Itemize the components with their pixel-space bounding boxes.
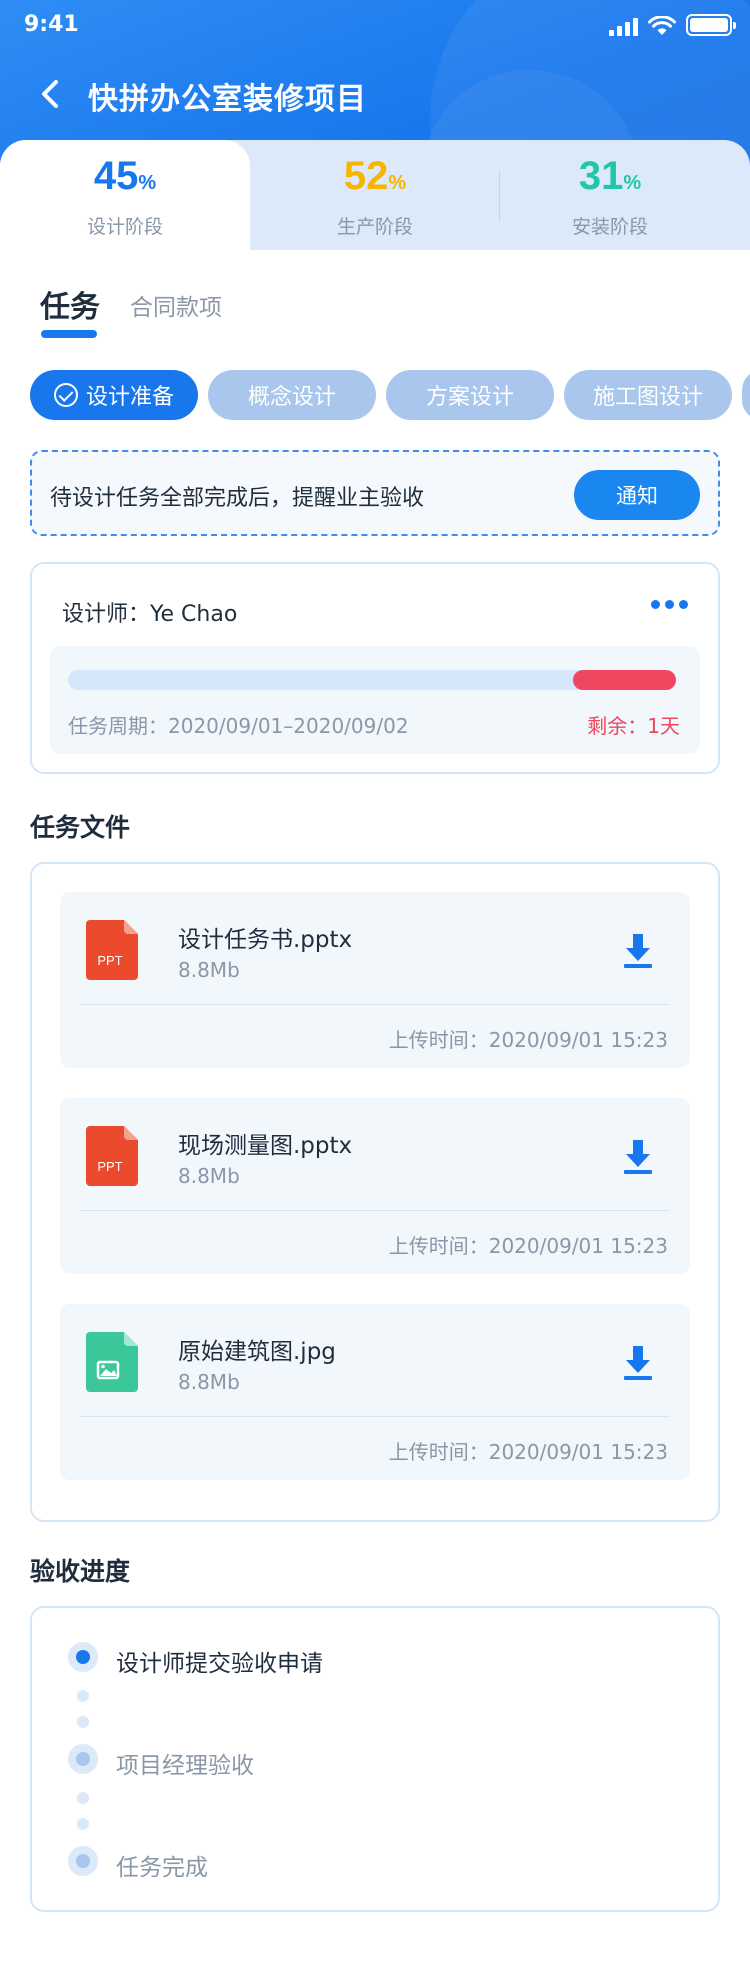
ppt-file-icon: PPT (86, 920, 138, 980)
period-panel: 任务周期：2020/09/01–2020/09/02 剩余：1天 (50, 646, 700, 754)
step-dot-active (68, 1642, 98, 1672)
upload-time: 上传时间：2020/09/01 15:23 (388, 1234, 668, 1258)
signal-icon (609, 18, 638, 36)
battery-icon (686, 14, 736, 36)
nav-bar: 快拼办公室装修项目 (0, 62, 750, 126)
file-name: 设计任务书.pptx (178, 927, 353, 953)
stage-tabs: 45% 设计阶段 52% 生产阶段 31% 安装阶段 (0, 140, 750, 250)
back-button[interactable] (32, 74, 72, 114)
remaining-days: 剩余：1天 (587, 714, 680, 738)
designer-card: 设计师：Ye Chao 任务周期：2020/09/01–2020/09/02 剩… (30, 562, 720, 774)
designer-name: 设计师：Ye Chao (62, 602, 238, 627)
task-period: 任务周期：2020/09/01–2020/09/02 (68, 714, 409, 738)
status-bar: 9:41 (0, 0, 750, 52)
more-dots-icon[interactable] (651, 600, 688, 609)
status-icons (609, 14, 736, 36)
file-name: 原始建筑图.jpg (178, 1339, 336, 1365)
tab-task[interactable]: 任务 (40, 282, 100, 326)
chip-label: 概念设计 (247, 385, 336, 410)
acceptance-section-title: 验收进度 (30, 1557, 131, 1586)
file-item[interactable]: PPT 现场测量图.pptx 8.8Mb 上传时间：2020/09/01 15:… (60, 1098, 690, 1274)
phase-chips: 设计准备 概念设计 方案设计 施工图设计 (30, 370, 750, 420)
step-connector (77, 1792, 89, 1804)
divider (80, 1004, 670, 1005)
step-connector (77, 1818, 89, 1830)
download-icon[interactable] (616, 1340, 660, 1384)
ppt-file-icon: PPT (86, 1126, 138, 1186)
step-dot (68, 1744, 98, 1774)
step-label: 项目经理验收 (116, 1753, 254, 1779)
notify-button[interactable]: 通知 (574, 470, 700, 520)
step-connector (77, 1690, 89, 1702)
progress-remaining-bar (572, 670, 676, 690)
chip-design-prep[interactable]: 设计准备 (30, 370, 198, 420)
file-name: 现场测量图.pptx (178, 1133, 353, 1159)
tab-contract[interactable]: 合同款项 (130, 288, 222, 322)
upload-time: 上传时间：2020/09/01 15:23 (388, 1440, 668, 1464)
status-time: 9:41 (24, 12, 79, 37)
stage-label: 安装阶段 (571, 216, 648, 238)
check-circle-icon (53, 383, 78, 407)
svg-text:PPT: PPT (97, 953, 122, 968)
acceptance-card: 设计师提交验收申请 项目经理验收 任务完成 (30, 1606, 720, 1912)
divider (80, 1210, 670, 1211)
wifi-icon (648, 16, 676, 35)
svg-text:PPT: PPT (97, 1159, 122, 1174)
stage-tab-production[interactable]: 52% 生产阶段 (250, 140, 500, 250)
files-section-title: 任务文件 (30, 813, 131, 842)
file-size: 8.8Mb (178, 1164, 240, 1188)
step-connector (77, 1716, 89, 1728)
file-size: 8.8Mb (178, 958, 240, 982)
image-file-icon (86, 1332, 138, 1392)
chip-scheme-design[interactable]: 方案设计 (386, 370, 554, 420)
stage-percent: 31% (578, 154, 642, 198)
notice-banner: 待设计任务全部完成后，提醒业主验收 通知 (30, 450, 720, 536)
download-icon[interactable] (616, 928, 660, 972)
stage-label: 设计阶段 (86, 216, 163, 238)
chip-label: 设计准备 (85, 385, 174, 410)
upload-time: 上传时间：2020/09/01 15:23 (388, 1028, 668, 1052)
stage-percent: 52% (343, 154, 407, 198)
stage-percent: 45% (93, 154, 157, 198)
step-label: 设计师提交验收申请 (116, 1651, 323, 1677)
divider (80, 1416, 670, 1417)
page-title: 快拼办公室装修项目 (88, 82, 367, 117)
chip-construction-drawing[interactable]: 施工图设计 (564, 370, 732, 420)
file-size: 8.8Mb (178, 1370, 240, 1394)
chip-label: 施工图设计 (592, 385, 703, 410)
progress-track (68, 670, 676, 690)
file-item[interactable]: PPT 设计任务书.pptx 8.8Mb 上传时间：2020/09/01 15:… (60, 892, 690, 1068)
file-item[interactable]: 原始建筑图.jpg 8.8Mb 上传时间：2020/09/01 15:23 (60, 1304, 690, 1480)
chip-more[interactable] (742, 370, 750, 420)
tab-active-indicator (41, 330, 97, 338)
download-icon[interactable] (616, 1134, 660, 1178)
stage-tab-installation[interactable]: 31% 安装阶段 (500, 140, 720, 250)
stage-label: 生产阶段 (336, 216, 413, 238)
step-label: 任务完成 (116, 1855, 208, 1881)
stage-tab-design[interactable]: 45% 设计阶段 (0, 140, 250, 250)
notice-text: 待设计任务全部完成后，提醒业主验收 (50, 486, 425, 511)
chip-concept-design[interactable]: 概念设计 (208, 370, 376, 420)
step-dot (68, 1846, 98, 1876)
files-card: PPT 设计任务书.pptx 8.8Mb 上传时间：2020/09/01 15:… (30, 862, 720, 1522)
chip-label: 方案设计 (425, 385, 514, 410)
